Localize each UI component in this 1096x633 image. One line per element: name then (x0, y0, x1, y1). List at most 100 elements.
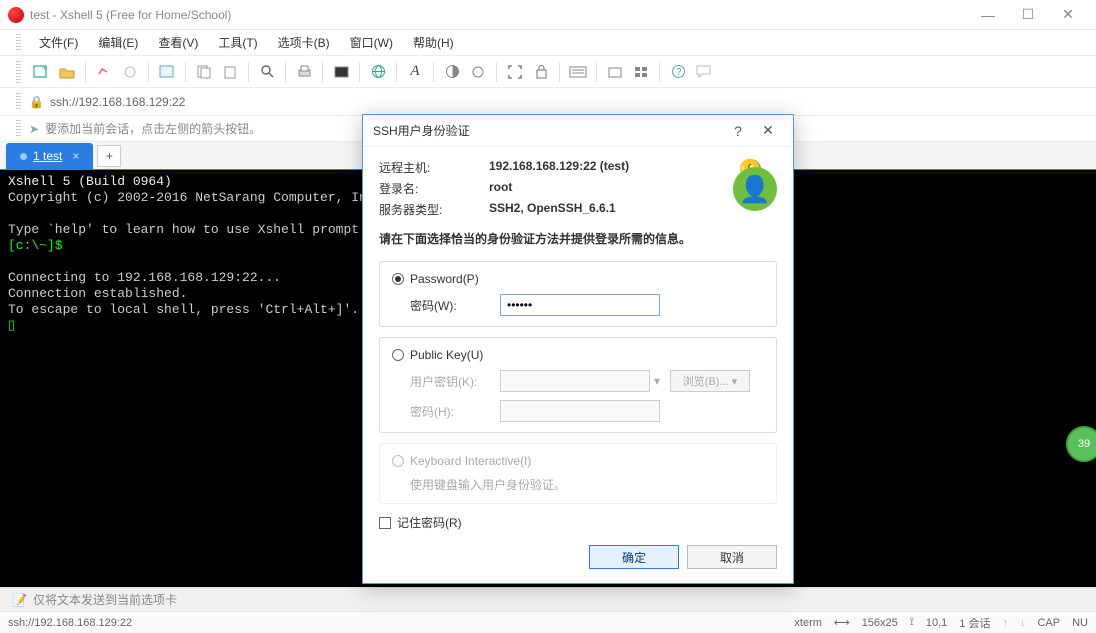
chevron-down-icon: ▾ (650, 374, 664, 388)
status-term: xterm (794, 617, 822, 629)
keyboard-group: Keyboard Interactive(I) 使用键盘输入用户身份验证。 (379, 443, 777, 504)
floating-badge[interactable]: 39 (1066, 426, 1096, 462)
status-down-icon[interactable]: ↓ (1020, 617, 1026, 629)
bottom-text: 仅将文本发送到当前选项卡 (33, 591, 177, 608)
bottom-bar: 📝 仅将文本发送到当前选项卡 (0, 587, 1096, 611)
disconnect-icon[interactable] (120, 62, 140, 82)
print-icon[interactable] (294, 62, 314, 82)
menu-file[interactable]: 文件(F) (31, 31, 86, 54)
password-input[interactable] (500, 294, 660, 316)
browse-button: 浏览(B)... ▾ (670, 370, 750, 392)
menu-tools[interactable]: 工具(T) (210, 31, 265, 54)
radio-keyboard-label: Keyboard Interactive(I) (410, 454, 531, 468)
instruction-text: 请在下面选择恰当的身份验证方法并提供登录所需的信息。 (379, 230, 777, 247)
status-size: 156x25 (862, 617, 898, 629)
publickey-group: Public Key(U) 用户密钥(K): ▾ 浏览(B)... ▾ 密码(H… (379, 337, 777, 433)
compose-icon[interactable]: 📝 (12, 593, 27, 607)
titlebar: test - Xshell 5 (Free for Home/School) —… (0, 0, 1096, 30)
new-session-icon[interactable]: + (31, 62, 51, 82)
passphrase-label: 密码(H): (410, 403, 500, 420)
radio-keyboard[interactable]: Keyboard Interactive(I) (392, 454, 764, 468)
status-position: 10,1 (926, 617, 947, 629)
lock-icon[interactable] (531, 62, 551, 82)
status-num: NU (1072, 617, 1088, 629)
password-label: 密码(W): (410, 297, 500, 314)
status-size-icon: ⟷ (834, 616, 850, 629)
dialog-title: SSH用户身份验证 (373, 122, 723, 139)
paste-icon[interactable] (220, 62, 240, 82)
arrow-icon[interactable]: ➤ (29, 122, 39, 136)
minimize-button[interactable]: — (968, 2, 1008, 27)
menu-edit[interactable]: 编辑(E) (90, 31, 146, 54)
menubar: 文件(F) 编辑(E) 查看(V) 工具(T) 选项卡(B) 窗口(W) 帮助(… (0, 30, 1096, 56)
tab-close-icon[interactable]: × (72, 149, 79, 163)
terminal-line: Connection established. (8, 286, 187, 301)
dialog-close-button[interactable]: ✕ (753, 122, 783, 139)
status-up-icon[interactable]: ↑ (1002, 617, 1008, 629)
passphrase-input (500, 400, 660, 422)
terminal-prompt: [c:\~]$ (8, 238, 63, 253)
password-group: Password(P) 密码(W): (379, 261, 777, 327)
dialog-help-button[interactable]: ? (723, 123, 753, 139)
maximize-button[interactable]: ☐ (1008, 2, 1048, 27)
remote-host-value: 192.168.168.129:22 (test) (489, 159, 725, 176)
radio-publickey[interactable]: Public Key(U) (392, 348, 764, 362)
server-type-label: 服务器类型: (379, 201, 489, 218)
auth-key-icon: 🔑 👤 (725, 159, 777, 211)
terminal-line: To escape to local shell, press 'Ctrl+Al… (8, 302, 359, 317)
color-scheme-icon[interactable] (442, 62, 462, 82)
server-type-value: SSH2, OpenSSH_6.6.1 (489, 201, 725, 218)
terminal-line: Type `help' to learn how to use Xshell p… (8, 222, 367, 237)
cancel-button[interactable]: 取消 (687, 545, 777, 569)
properties-icon[interactable] (157, 62, 177, 82)
gripper-icon (16, 34, 21, 52)
dialog-titlebar: SSH用户身份验证 ? ✕ (363, 115, 793, 147)
reconnect-icon[interactable] (94, 62, 114, 82)
window-title: test - Xshell 5 (Free for Home/School) (30, 8, 968, 22)
address-url[interactable]: ssh://192.168.168.129:22 (50, 95, 185, 109)
highlight-icon[interactable] (468, 62, 488, 82)
new-tab-button[interactable]: + (97, 145, 121, 167)
radio-icon (392, 273, 404, 285)
menu-help[interactable]: 帮助(H) (405, 31, 462, 54)
checkbox-icon (379, 517, 391, 529)
menu-window[interactable]: 窗口(W) (342, 31, 401, 54)
globe-icon[interactable] (368, 62, 388, 82)
status-pos-icon: ⟟ (910, 616, 914, 629)
host-key-icon[interactable] (605, 62, 625, 82)
userkey-label: 用户密钥(K): (410, 373, 500, 390)
help-icon[interactable]: ? (668, 62, 688, 82)
session-tab[interactable]: 1 test × (6, 143, 93, 169)
close-button[interactable]: ✕ (1048, 2, 1088, 27)
keyboard-icon[interactable] (568, 62, 588, 82)
gripper-icon (16, 93, 21, 111)
login-name-label: 登录名: (379, 180, 489, 197)
feedback-icon[interactable] (694, 62, 714, 82)
radio-icon (392, 455, 404, 467)
status-url: ssh://192.168.168.129:22 (8, 617, 132, 629)
radio-password[interactable]: Password(P) (392, 272, 764, 286)
radio-publickey-label: Public Key(U) (410, 348, 483, 362)
find-icon[interactable] (257, 62, 277, 82)
copy-icon[interactable] (194, 62, 214, 82)
svg-text:?: ? (676, 67, 682, 78)
ok-button[interactable]: 确定 (589, 545, 679, 569)
userkey-select (500, 370, 650, 392)
status-bar: ssh://192.168.168.129:22 xterm ⟷ 156x25 … (0, 611, 1096, 633)
layout-icon[interactable] (631, 62, 651, 82)
svg-text:+: + (42, 64, 47, 73)
badge-count: 39 (1078, 438, 1090, 450)
terminal-line: Xshell 5 (Build 0964) (8, 174, 172, 189)
font-icon[interactable]: A (405, 62, 425, 82)
status-cap: CAP (1037, 617, 1060, 629)
menu-view[interactable]: 查看(V) (150, 31, 206, 54)
remember-checkbox[interactable]: 记住密码(R) (379, 514, 777, 531)
terminal-line: Connecting to 192.168.168.129:22... (8, 270, 281, 285)
terminal-cursor: ▯ (8, 318, 15, 333)
fullscreen-icon[interactable] (505, 62, 525, 82)
gripper-icon (16, 61, 21, 83)
terminal-type-icon[interactable] (331, 62, 351, 82)
open-folder-icon[interactable] (57, 62, 77, 82)
lock-icon: 🔒 (29, 95, 44, 109)
menu-tab[interactable]: 选项卡(B) (270, 31, 338, 54)
